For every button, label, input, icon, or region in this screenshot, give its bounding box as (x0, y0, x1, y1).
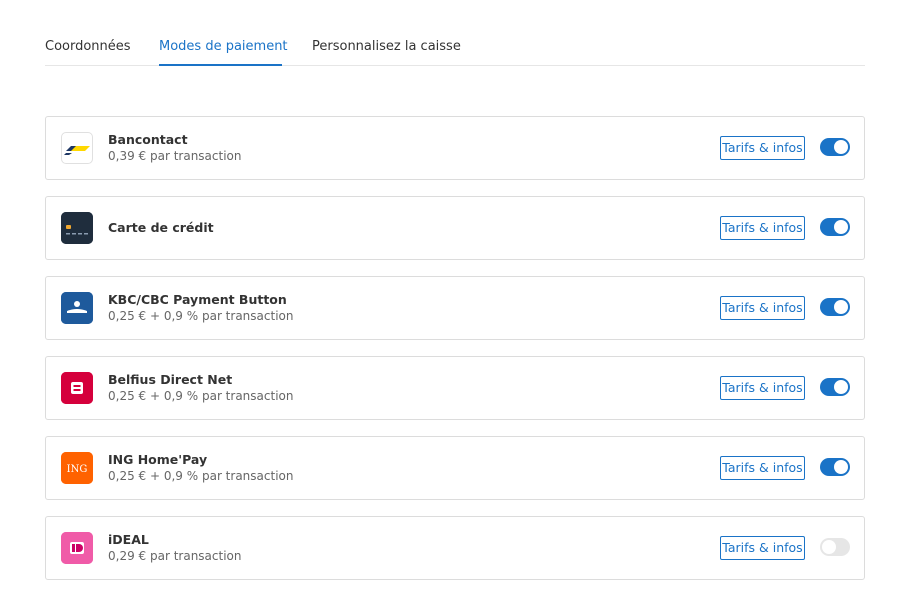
tarifs-infos-button[interactable]: Tarifs & infos (720, 536, 805, 560)
payment-method-bancontact: Bancontact 0,39 € par transaction Tarifs… (45, 116, 865, 180)
payment-method-carte-de-credit: Carte de crédit Tarifs & infos (45, 196, 865, 260)
method-name: Carte de crédit (108, 220, 214, 235)
tab-bar: Coordonnées Modes de paiement Personnali… (45, 0, 865, 66)
credit-card-logo (61, 212, 93, 244)
bancontact-logo (61, 132, 93, 164)
enable-toggle[interactable] (820, 218, 850, 236)
ing-logo: ING (61, 452, 93, 484)
tarifs-infos-button[interactable]: Tarifs & infos (720, 296, 805, 320)
payment-method-ideal: iDEAL 0,29 € par transaction Tarifs & in… (45, 516, 865, 580)
tarifs-infos-button[interactable]: Tarifs & infos (720, 216, 805, 240)
payment-methods-list: Bancontact 0,39 € par transaction Tarifs… (45, 116, 865, 593)
belfius-logo (61, 372, 93, 404)
method-fee: 0,29 € par transaction (108, 549, 242, 563)
method-name: KBC/CBC Payment Button (108, 292, 287, 307)
tarifs-infos-button[interactable]: Tarifs & infos (720, 136, 805, 160)
active-tab-underline (159, 64, 282, 66)
payment-method-belfius: Belfius Direct Net 0,25 € + 0,9 % par tr… (45, 356, 865, 420)
kbc-logo (61, 292, 93, 324)
method-fee: 0,25 € + 0,9 % par transaction (108, 309, 294, 323)
method-name: ING Home'Pay (108, 452, 208, 467)
method-fee: 0,39 € par transaction (108, 149, 242, 163)
payment-method-kbc-cbc: KBC/CBC Payment Button 0,25 € + 0,9 % pa… (45, 276, 865, 340)
payment-method-ing-homepay: ING ING Home'Pay 0,25 € + 0,9 % par tran… (45, 436, 865, 500)
enable-toggle[interactable] (820, 138, 850, 156)
enable-toggle[interactable] (820, 538, 850, 556)
method-fee: 0,25 € + 0,9 % par transaction (108, 389, 294, 403)
tarifs-infos-button[interactable]: Tarifs & infos (720, 456, 805, 480)
tab-coordonnees[interactable]: Coordonnées (45, 39, 131, 54)
enable-toggle[interactable] (820, 458, 850, 476)
method-name: Belfius Direct Net (108, 372, 233, 387)
tarifs-infos-button[interactable]: Tarifs & infos (720, 376, 805, 400)
svg-text:ING: ING (67, 464, 88, 475)
method-fee: 0,25 € + 0,9 % par transaction (108, 469, 294, 483)
method-name: Bancontact (108, 132, 188, 147)
enable-toggle[interactable] (820, 298, 850, 316)
tab-modes-de-paiement[interactable]: Modes de paiement (159, 39, 288, 54)
method-name: iDEAL (108, 532, 149, 547)
enable-toggle[interactable] (820, 378, 850, 396)
ideal-logo (61, 532, 93, 564)
tab-personnalisez-la-caisse[interactable]: Personnalisez la caisse (312, 39, 461, 54)
